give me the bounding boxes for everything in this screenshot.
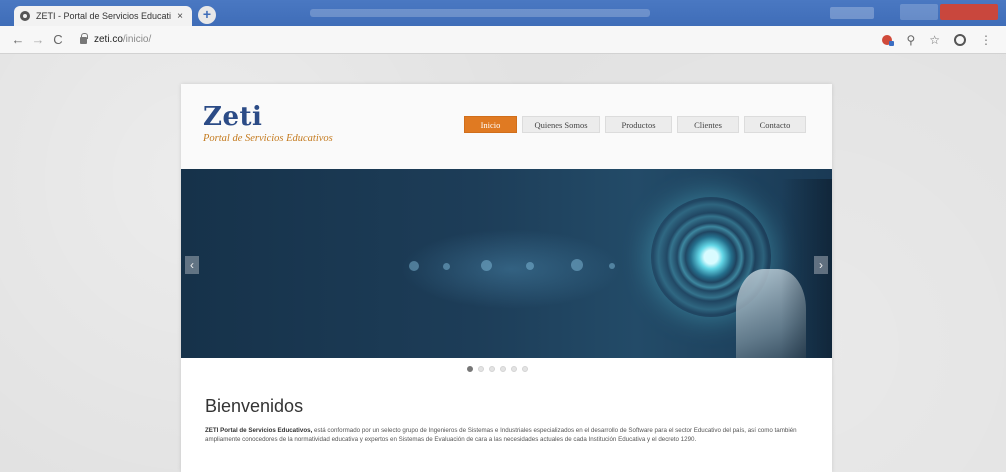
- slider-dot-3[interactable]: [489, 366, 495, 372]
- slider-next-button[interactable]: ›: [814, 256, 828, 274]
- welcome-lead: ZETI Portal de Servicios Educativos,: [205, 427, 313, 434]
- back-button[interactable]: ←: [8, 32, 28, 47]
- browser-titlebar: ZETI - Portal de Servicios Educati × +: [0, 0, 1006, 26]
- hero-bokeh: [571, 259, 583, 271]
- main-nav: Inicio Quienes Somos Productos Clientes …: [464, 116, 806, 133]
- toolbar-actions: ⚲ ☆ ⋮: [882, 33, 992, 47]
- browser-menu-icon[interactable]: ⋮: [980, 33, 992, 47]
- nav-quienes-somos[interactable]: Quienes Somos: [522, 116, 600, 133]
- lock-icon: [80, 33, 88, 44]
- tab-close-icon[interactable]: ×: [174, 11, 186, 22]
- hero-bokeh: [443, 263, 450, 270]
- browser-toolbar: ← → C zeti.co /inicio/ ⚲ ☆ ⋮: [0, 26, 1006, 54]
- bookmark-star-icon[interactable]: ☆: [929, 33, 940, 47]
- slider-dot-2[interactable]: [478, 366, 484, 372]
- profile-chip-blurred[interactable]: [830, 7, 874, 19]
- slider-dot-6[interactable]: [522, 366, 528, 372]
- site-container: Zeti Portal de Servicios Educativos Inic…: [181, 84, 832, 472]
- reload-button[interactable]: C: [48, 32, 68, 47]
- site-logo[interactable]: Zeti Portal de Servicios Educativos: [203, 102, 333, 144]
- url-path: /inicio/: [122, 34, 152, 45]
- slider-prev-button[interactable]: ‹: [185, 256, 199, 274]
- slider-dot-4[interactable]: [500, 366, 506, 372]
- hero-slider[interactable]: ‹ ›: [181, 169, 832, 358]
- hero-bokeh: [481, 260, 492, 271]
- slider-pagination: [467, 366, 528, 372]
- hero-bokeh: [609, 263, 615, 269]
- nav-inicio[interactable]: Inicio: [464, 116, 517, 133]
- new-tab-button[interactable]: +: [198, 6, 216, 24]
- forward-button[interactable]: →: [28, 32, 48, 47]
- extension-icon[interactable]: [882, 34, 895, 46]
- slider-dot-1[interactable]: [467, 366, 473, 372]
- page-viewport: Zeti Portal de Servicios Educativos Inic…: [0, 54, 1006, 472]
- address-bar[interactable]: zeti.co /inicio/: [80, 30, 882, 50]
- tab-title: ZETI - Portal de Servicios Educati: [36, 11, 172, 21]
- welcome-paragraph: ZETI Portal de Servicios Educativos, est…: [205, 426, 805, 444]
- nav-productos[interactable]: Productos: [605, 116, 672, 133]
- welcome-title: Bienvenidos: [205, 396, 304, 416]
- zoom-search-icon[interactable]: ⚲: [906, 33, 915, 47]
- hero-glow: [401, 229, 621, 309]
- nav-clientes[interactable]: Clientes: [677, 116, 739, 133]
- site-header: Zeti Portal de Servicios Educativos Inic…: [181, 84, 832, 169]
- slider-dot-5[interactable]: [511, 366, 517, 372]
- site-favicon-icon: [20, 11, 30, 21]
- logo-tagline: Portal de Servicios Educativos: [203, 133, 333, 144]
- nav-contacto[interactable]: Contacto: [744, 116, 806, 133]
- window-title-blurred: [310, 9, 650, 17]
- logo-name: Zeti: [203, 102, 263, 132]
- window-controls[interactable]: [900, 4, 998, 20]
- url-host: zeti.co: [94, 34, 123, 45]
- hero-bokeh: [409, 261, 419, 271]
- profile-icon[interactable]: [954, 33, 966, 46]
- hero-bokeh: [526, 262, 534, 270]
- browser-tab[interactable]: ZETI - Portal de Servicios Educati ×: [14, 6, 192, 26]
